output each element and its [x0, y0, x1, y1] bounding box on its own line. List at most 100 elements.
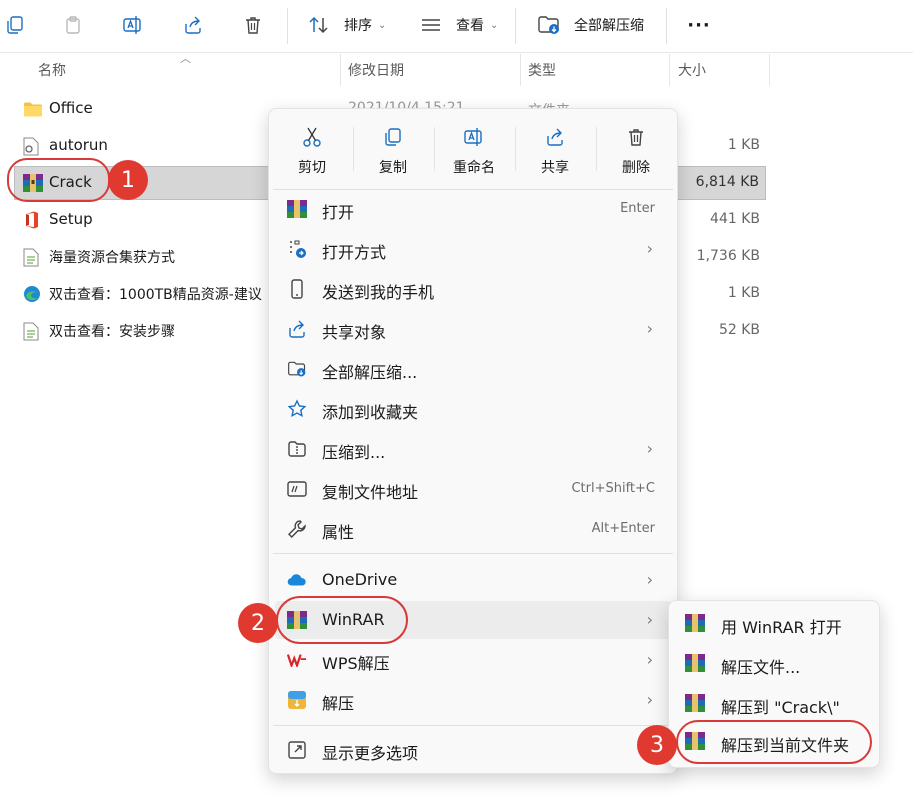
menu-item-open-with[interactable]: 打开方式 ›: [275, 230, 671, 268]
delete-action-button[interactable]: 删除: [597, 119, 675, 181]
extract-folder-icon: [287, 359, 307, 379]
file-size: 1 KB: [727, 137, 760, 153]
menu-item-label: 添加到收藏夹: [322, 403, 419, 422]
cut-label: 剪切: [298, 160, 326, 176]
file-size: 6,814 KB: [695, 174, 759, 190]
menu-item-extract-all[interactable]: 全部解压缩...: [275, 350, 671, 388]
chevron-right-icon: ›: [646, 610, 653, 629]
menu-item-extract[interactable]: 解压 ›: [275, 681, 671, 719]
settings-file-icon: [23, 137, 41, 156]
share-button[interactable]: [176, 8, 210, 42]
wrench-icon: [287, 519, 307, 539]
extract-all-button[interactable]: 全部解压缩: [532, 8, 644, 42]
submenu-item-label: 解压到 "Crack\": [721, 698, 840, 717]
menu-item-wps-extract[interactable]: WPS解压 ›: [275, 641, 671, 679]
toolbar-divider: [666, 8, 667, 44]
menu-item-share-with[interactable]: 共享对象 ›: [275, 310, 671, 348]
file-name: 双击查看：1000TB精品资源-建议: [49, 287, 262, 303]
paste-icon: [56, 8, 90, 42]
winrar-icon: [685, 654, 705, 674]
menu-item-onedrive[interactable]: OneDrive ›: [275, 561, 671, 599]
menu-item-compress-to[interactable]: 压缩到... ›: [275, 430, 671, 468]
chevron-right-icon: ›: [646, 690, 653, 709]
step-1-badge: 1: [108, 160, 148, 200]
menu-item-add-favorites[interactable]: 添加到收藏夹: [275, 390, 671, 428]
folder-icon: [23, 100, 42, 118]
rename-action-button[interactable]: 重命名: [435, 119, 513, 181]
view-button[interactable]: 查看 ⌄: [414, 8, 498, 42]
extract-folder-icon: [532, 8, 566, 42]
column-divider[interactable]: [669, 54, 670, 86]
sort-ascending-icon: ︿: [180, 52, 191, 65]
menu-item-shortcut: Enter: [620, 201, 655, 216]
file-size: 441 KB: [710, 211, 760, 227]
annotation-ring-extract-here: [676, 720, 872, 764]
menu-item-open[interactable]: 打开 Enter: [275, 190, 671, 228]
text-file-icon: [23, 322, 41, 341]
column-type-label: 类型: [528, 63, 556, 79]
winrar-icon: [685, 694, 705, 714]
file-name: 双击查看：安装步骤: [49, 324, 175, 340]
column-divider[interactable]: [520, 54, 521, 86]
copy-button[interactable]: [0, 8, 30, 42]
column-header-size[interactable]: 大小: [678, 56, 706, 84]
share-action-button[interactable]: 共享: [516, 119, 594, 181]
winrar-icon: [685, 614, 705, 634]
copy-path-icon: [287, 479, 307, 499]
more-button[interactable]: ···: [682, 8, 716, 42]
menu-item-label: 解压: [322, 694, 355, 713]
rename-label: 重命名: [453, 160, 495, 176]
column-header-name[interactable]: 名称: [38, 56, 66, 84]
copy-icon: [381, 125, 405, 149]
view-lines-icon: [414, 8, 448, 42]
annotation-ring-crack: [7, 158, 110, 202]
text-file-icon: [23, 248, 41, 267]
menu-separator: [273, 725, 673, 726]
column-header-date[interactable]: 修改日期: [348, 56, 404, 84]
chevron-down-icon: ⌄: [490, 19, 499, 31]
sort-label: 排序: [344, 18, 372, 34]
share-icon: [176, 8, 210, 42]
column-size-label: 大小: [678, 63, 706, 79]
copy-action-button[interactable]: 复制: [354, 119, 432, 181]
submenu-item-open-with-winrar[interactable]: 用 WinRAR 打开: [675, 605, 873, 643]
menu-item-properties[interactable]: 属性 Alt+Enter: [275, 510, 671, 548]
menu-item-send-to-phone[interactable]: 发送到我的手机: [275, 270, 671, 308]
file-name: Office: [49, 99, 93, 117]
file-size: 1 KB: [727, 285, 760, 301]
column-name-label: 名称: [38, 63, 66, 79]
submenu-item-label: 用 WinRAR 打开: [721, 618, 842, 637]
extract-app-icon: [287, 690, 307, 710]
column-divider[interactable]: [340, 54, 341, 86]
submenu-item-extract-to-folder[interactable]: 解压到 "Crack\": [675, 685, 873, 723]
cut-button[interactable]: 剪切: [273, 119, 351, 181]
open-with-icon: [287, 239, 307, 259]
menu-item-label: 打开方式: [322, 243, 387, 262]
file-name: 海量资源合集获方式: [49, 250, 175, 266]
sort-button[interactable]: 排序 ⌄: [302, 8, 386, 42]
trash-icon: [236, 8, 270, 42]
column-date-label: 修改日期: [348, 63, 404, 79]
more-options-icon: [287, 740, 307, 760]
column-header-type[interactable]: 类型: [528, 56, 556, 84]
menu-item-copy-path[interactable]: 复制文件地址 Ctrl+Shift+C: [275, 470, 671, 508]
menu-item-label: WPS解压: [322, 654, 390, 673]
paste-button[interactable]: [56, 8, 90, 42]
onedrive-icon: [287, 570, 307, 590]
menu-item-label: 打开: [322, 203, 355, 222]
wps-icon: [287, 650, 307, 670]
menu-item-label: OneDrive: [322, 570, 398, 589]
step-3-badge: 3: [637, 725, 677, 765]
menu-item-label: 共享对象: [322, 323, 387, 342]
rename-button[interactable]: [116, 8, 150, 42]
submenu-item-extract-files[interactable]: 解压文件...: [675, 645, 873, 683]
menu-item-show-more-options[interactable]: 显示更多选项: [275, 731, 671, 769]
share-icon: [543, 125, 567, 149]
toolbar-divider: [287, 8, 288, 44]
menu-item-label: 发送到我的手机: [322, 283, 435, 302]
annotation-ring-winrar: [276, 596, 408, 644]
copy-label: 复制: [379, 160, 407, 176]
column-divider[interactable]: [769, 54, 770, 86]
delete-button[interactable]: [236, 8, 270, 42]
office-icon: [23, 211, 41, 229]
